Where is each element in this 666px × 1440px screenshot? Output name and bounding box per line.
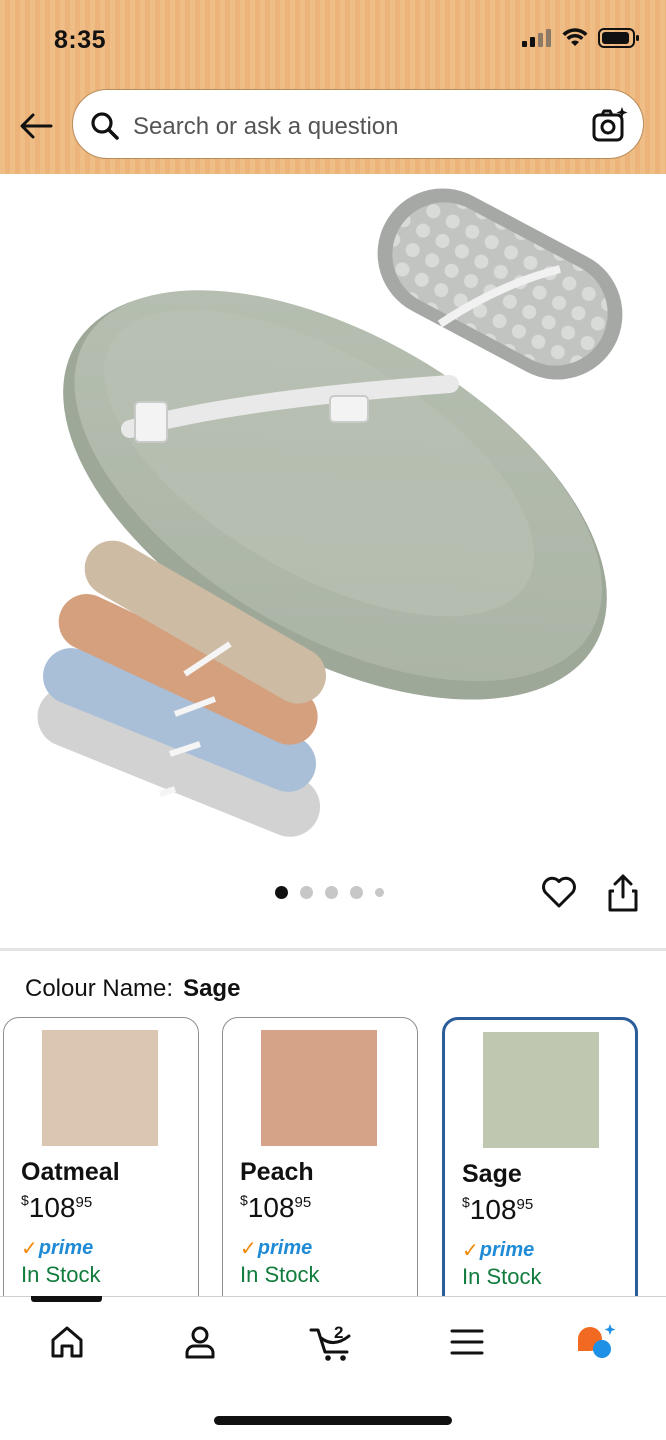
- product-page: 8:35 Search or ask a question Colour Nam…: [0, 0, 666, 1440]
- cart-count: 2: [334, 1323, 343, 1342]
- carousel-dot[interactable]: [350, 886, 363, 899]
- menu-icon: [450, 1329, 484, 1355]
- rufus-ai-icon: [578, 1324, 616, 1358]
- variant-price: $10895: [21, 1192, 93, 1223]
- selected-colour: Sage: [183, 975, 241, 1002]
- search-bar[interactable]: Search or ask a question: [72, 89, 644, 159]
- home-icon: [51, 1326, 83, 1358]
- prime-check-icon: ✓: [21, 1238, 38, 1260]
- cart-icon: 2: [309, 1323, 351, 1361]
- variant-name: Oatmeal: [21, 1158, 120, 1186]
- nav-home[interactable]: [43, 1318, 91, 1366]
- nav-menu[interactable]: [443, 1318, 491, 1366]
- variant-price: $10895: [240, 1192, 312, 1223]
- colour-name-label: Colour Name: Sage: [25, 975, 240, 1003]
- battery-icon: [598, 28, 639, 48]
- carousel-dot[interactable]: [375, 888, 384, 897]
- back-arrow-icon: [20, 113, 53, 139]
- prime-check-icon: ✓: [240, 1238, 257, 1260]
- prime-badge: ✓ prime: [462, 1239, 535, 1262]
- status-icons: [522, 28, 640, 48]
- variant-name: Sage: [462, 1160, 522, 1188]
- colour-swatch: [261, 1030, 377, 1146]
- prime-badge: ✓ prime: [240, 1237, 313, 1260]
- account-icon: [185, 1326, 215, 1359]
- nav-account[interactable]: [176, 1318, 224, 1366]
- carousel-dot[interactable]: [325, 886, 338, 899]
- product-image[interactable]: [0, 174, 666, 854]
- stock-status: In Stock: [240, 1262, 320, 1287]
- search-input[interactable]: Search or ask a question: [133, 113, 399, 141]
- camera-lens-icon[interactable]: [591, 106, 629, 144]
- colour-swatch: [483, 1032, 599, 1148]
- prime-badge: ✓ prime: [21, 1237, 94, 1260]
- section-divider: [0, 948, 666, 951]
- heart-icon[interactable]: [540, 873, 578, 911]
- wifi-icon: [562, 28, 588, 46]
- nav-cart[interactable]: 2: [308, 1318, 356, 1366]
- variant-card-peach[interactable]: Peach $10895 ✓ prime In Stock: [222, 1017, 418, 1317]
- image-carousel-dots[interactable]: [275, 886, 384, 899]
- signal-icon: [522, 29, 551, 47]
- status-time: 8:35: [54, 26, 107, 54]
- variant-price: $10895: [462, 1194, 534, 1225]
- variant-card-sage[interactable]: Sage $10895 ✓ prime In Stock: [442, 1017, 638, 1317]
- carousel-dot[interactable]: [300, 886, 313, 899]
- colour-label-text: Colour Name:: [25, 975, 174, 1002]
- back-button[interactable]: [16, 106, 56, 146]
- active-tab-indicator: [31, 1296, 102, 1302]
- app-header: 8:35 Search or ask a question: [0, 0, 666, 174]
- search-icon: [91, 112, 119, 140]
- nav-rufus[interactable]: [573, 1318, 621, 1366]
- share-icon[interactable]: [605, 873, 641, 913]
- changing-pad-illustration: [37, 188, 623, 837]
- variant-name: Peach: [240, 1158, 314, 1186]
- variant-card-oatmeal[interactable]: Oatmeal $10895 ✓ prime In Stock: [3, 1017, 199, 1317]
- stock-status: In Stock: [21, 1262, 101, 1287]
- home-indicator: [214, 1416, 452, 1425]
- prime-check-icon: ✓: [462, 1240, 479, 1262]
- colour-swatch: [42, 1030, 158, 1146]
- stock-status: In Stock: [462, 1264, 542, 1289]
- carousel-dot[interactable]: [275, 886, 288, 899]
